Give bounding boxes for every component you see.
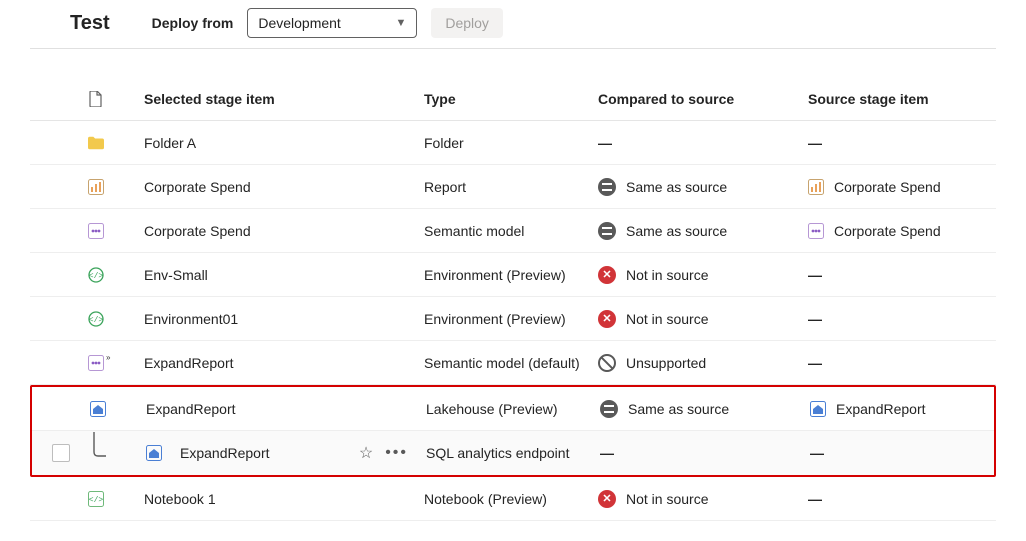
shortcut-badge-icon: » [106, 353, 110, 362]
environment-icon: </> [88, 267, 104, 283]
source-name: ExpandReport [836, 401, 926, 417]
table-row[interactable]: » ExpandReport Semantic model (default) … [30, 341, 996, 385]
compare-text: Same as source [626, 179, 727, 195]
deploy-from-label: Deploy from [152, 15, 234, 31]
source-dash: — [808, 355, 823, 371]
compare-text: Unsupported [626, 355, 706, 371]
status-error-icon: ✕ [598, 490, 616, 508]
column-header-row: Selected stage item Type Compared to sou… [30, 77, 996, 121]
status-same-icon [598, 178, 616, 196]
semantic-model-icon [808, 223, 824, 239]
item-type: Semantic model [424, 223, 598, 239]
source-dash: — [808, 135, 823, 151]
item-type: Environment (Preview) [424, 267, 598, 283]
source-dash: — [808, 311, 823, 327]
svg-text:</>: </> [89, 316, 104, 325]
favorite-icon[interactable]: ☆ [359, 443, 373, 463]
item-name: Corporate Spend [144, 179, 251, 195]
compare-text: Same as source [626, 223, 727, 239]
table-row[interactable]: Corporate Spend Semantic model Same as s… [30, 209, 996, 253]
column-header-icon [88, 91, 144, 107]
sql-endpoint-icon [146, 445, 162, 461]
status-error-icon: ✕ [598, 310, 616, 328]
chevron-down-icon: ▼ [395, 17, 406, 29]
item-type: SQL analytics endpoint [426, 445, 600, 461]
item-type: Environment (Preview) [424, 311, 598, 327]
stage-title: Test [70, 12, 110, 35]
item-type: Notebook (Preview) [424, 491, 598, 507]
source-dash: — [808, 491, 823, 507]
lakehouse-icon [90, 401, 106, 417]
lakehouse-icon [810, 401, 826, 417]
deploy-from-dropdown[interactable]: Development ▼ [247, 8, 417, 38]
item-name: Folder A [144, 135, 196, 151]
svg-text:</>: </> [89, 272, 104, 281]
report-icon [88, 179, 104, 195]
compare-text: Not in source [626, 311, 708, 327]
table-row[interactable]: Folder A Folder — — [30, 121, 996, 165]
column-header-source[interactable]: Source stage item [808, 91, 1008, 107]
column-header-type[interactable]: Type [424, 91, 598, 107]
table-row[interactable]: Corporate Spend Report Same as source Co… [30, 165, 996, 209]
compare-text: Not in source [626, 267, 708, 283]
item-name: Corporate Spend [144, 223, 251, 239]
status-same-icon [600, 400, 618, 418]
item-name: ExpandReport [144, 355, 234, 371]
semantic-model-icon [88, 223, 104, 239]
item-name: Env-Small [144, 267, 208, 283]
item-name: Environment01 [144, 311, 238, 327]
item-name: ExpandReport [146, 401, 236, 417]
highlighted-rows: ExpandReport Lakehouse (Preview) Same as… [30, 385, 996, 477]
row-checkbox[interactable] [52, 444, 70, 462]
item-name: Notebook 1 [144, 491, 216, 507]
item-type: Report [424, 179, 598, 195]
table-row[interactable]: </> Environment01 Environment (Preview) … [30, 297, 996, 341]
compare-text: Same as source [628, 401, 729, 417]
deploy-from-value: Development [258, 15, 341, 31]
report-icon [808, 179, 824, 195]
svg-text:</>: </> [89, 496, 104, 505]
column-header-name[interactable]: Selected stage item [144, 91, 424, 107]
table-row[interactable]: </> Env-Small Environment (Preview) ✕ No… [30, 253, 996, 297]
source-dash: — [810, 445, 825, 461]
compare-dash: — [600, 445, 615, 461]
source-name: Corporate Spend [834, 223, 941, 239]
page-icon [88, 91, 104, 107]
deployment-stage-view: Test Deploy from Development ▼ Deploy Se… [0, 0, 1026, 541]
deploy-button[interactable]: Deploy [431, 8, 503, 38]
table-row[interactable]: </> Notebook 1 Notebook (Preview) ✕ Not … [30, 477, 996, 521]
status-unsupported-icon [598, 354, 616, 372]
folder-icon [88, 135, 104, 151]
items-table: Selected stage item Type Compared to sou… [30, 77, 996, 521]
compare-dash: — [598, 135, 613, 151]
semantic-model-icon [88, 355, 104, 371]
environment-icon: </> [88, 311, 104, 327]
item-type: Lakehouse (Preview) [426, 401, 600, 417]
tree-connector-icon [90, 444, 116, 462]
item-type: Semantic model (default) [424, 355, 598, 371]
more-options-icon[interactable]: ••• [385, 444, 408, 462]
table-row-nested[interactable]: ExpandReport ☆ ••• SQL analytics endpoin… [32, 431, 994, 475]
notebook-icon: </> [88, 491, 104, 507]
compare-text: Not in source [626, 491, 708, 507]
status-error-icon: ✕ [598, 266, 616, 284]
source-dash: — [808, 267, 823, 283]
source-name: Corporate Spend [834, 179, 941, 195]
table-row[interactable]: ExpandReport Lakehouse (Preview) Same as… [32, 387, 994, 431]
item-name: ExpandReport [180, 445, 270, 461]
status-same-icon [598, 222, 616, 240]
item-type: Folder [424, 135, 598, 151]
stage-header: Test Deploy from Development ▼ Deploy [30, 0, 996, 49]
column-header-compare[interactable]: Compared to source [598, 91, 808, 107]
